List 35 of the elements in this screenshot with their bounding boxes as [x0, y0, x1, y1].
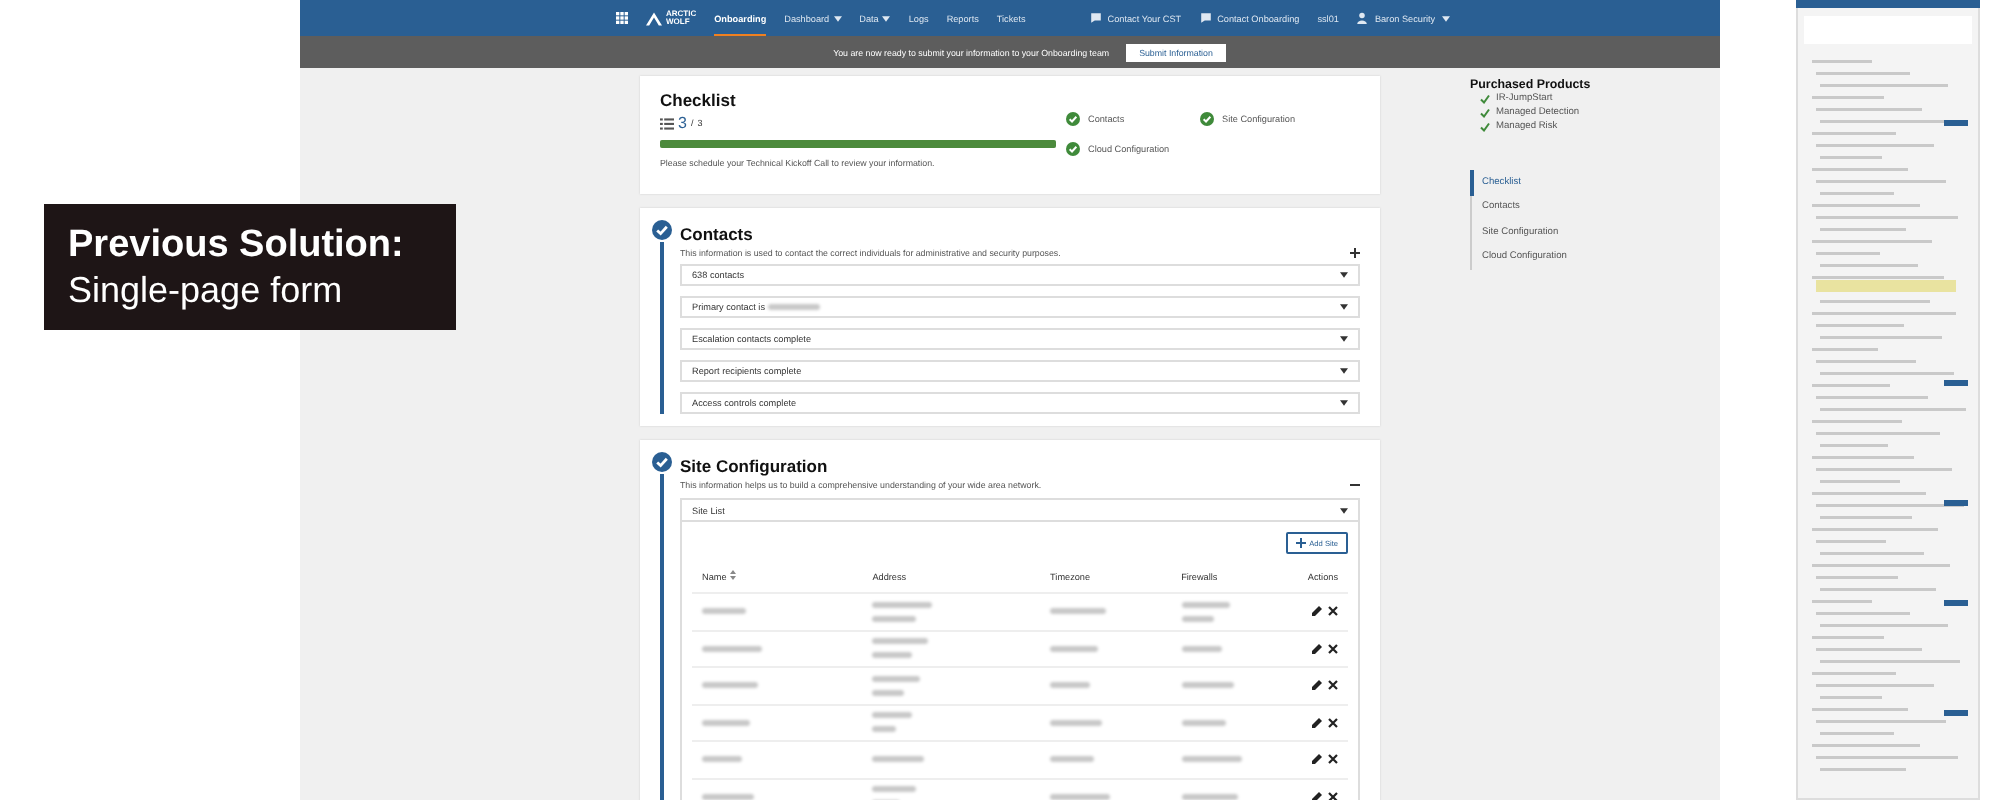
pencil-icon[interactable] — [1312, 791, 1322, 800]
section-title: Contacts — [680, 222, 755, 244]
delete-icon[interactable] — [1328, 643, 1338, 654]
delete-icon[interactable] — [1328, 680, 1338, 691]
caret-icon — [1340, 400, 1348, 406]
delete-icon[interactable] — [1328, 606, 1338, 617]
pencil-icon[interactable] — [1312, 606, 1322, 617]
delete-icon[interactable] — [1328, 717, 1338, 728]
caret-icon — [1340, 507, 1348, 513]
section-title: Site Configuration — [680, 454, 830, 476]
delete-icon[interactable] — [1328, 791, 1338, 800]
caret-icon — [833, 15, 842, 22]
logo-mark-icon — [646, 11, 662, 25]
sort-icon[interactable] — [729, 570, 736, 580]
caret-icon — [1340, 336, 1348, 342]
expand-icon[interactable] — [1350, 248, 1360, 258]
chat-icon — [1089, 12, 1102, 25]
chat-icon — [1199, 12, 1212, 25]
done-count: 3 — [678, 114, 687, 132]
caption-subtitle: Single-page form — [68, 267, 345, 313]
caret-icon — [1340, 368, 1348, 374]
list-icon — [660, 117, 674, 129]
caret-icon — [882, 15, 891, 22]
pencil-icon[interactable] — [1312, 680, 1322, 691]
plus-icon — [1295, 538, 1306, 548]
card-title: Checklist — [660, 90, 738, 110]
pencil-icon[interactable] — [1312, 643, 1322, 654]
caption-title: Previous Solution: — [68, 221, 406, 267]
delete-icon[interactable] — [1328, 754, 1338, 765]
user-icon — [1356, 12, 1369, 25]
pencil-icon[interactable] — [1312, 717, 1322, 728]
pencil-icon[interactable] — [1312, 754, 1322, 765]
caret-icon — [1340, 272, 1348, 278]
grid-menu-icon[interactable] — [616, 12, 628, 24]
caret-icon — [1340, 304, 1348, 310]
